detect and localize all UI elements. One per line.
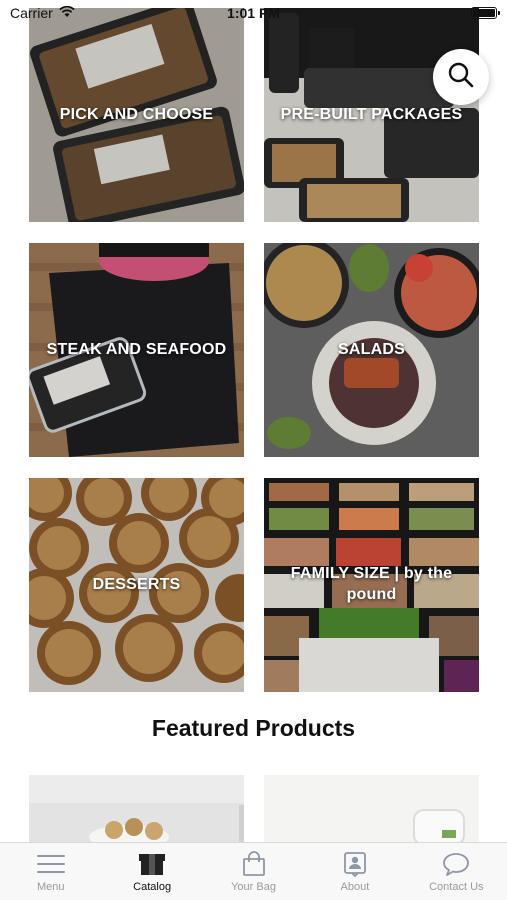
person-badge-icon bbox=[340, 851, 370, 877]
category-tile-salads[interactable]: SALADS bbox=[264, 243, 479, 457]
tab-your-bag[interactable]: Your Bag bbox=[203, 843, 304, 900]
category-tile-desserts[interactable]: DESSERTS bbox=[29, 478, 244, 692]
featured-products-heading: Featured Products bbox=[151, 715, 356, 741]
tab-label: Your Bag bbox=[231, 881, 276, 893]
category-label: STEAK AND SEAFOOD bbox=[46, 340, 227, 358]
product-photo bbox=[29, 775, 244, 845]
chat-bubble-icon bbox=[441, 851, 471, 877]
box-icon bbox=[137, 851, 167, 877]
tab-label: Contact Us bbox=[429, 881, 484, 893]
tab-catalog[interactable]: Catalog bbox=[101, 843, 202, 900]
category-label: SALADS bbox=[338, 340, 405, 358]
category-label: FAMILY SIZE | by the pound bbox=[290, 565, 453, 603]
category-label: PRE-BUILT PACKAGES bbox=[280, 105, 463, 123]
hamburger-menu-icon bbox=[36, 851, 66, 877]
tab-about[interactable]: About bbox=[304, 843, 405, 900]
battery-icon bbox=[471, 7, 500, 19]
shopping-bag-icon bbox=[239, 851, 269, 877]
category-tile-steak-and-seafood[interactable]: STEAK AND SEAFOOD bbox=[29, 243, 244, 457]
category-label: PICK AND CHOOSE bbox=[59, 105, 214, 123]
category-tile-pre-built-packages[interactable]: PRE-BUILT PACKAGES bbox=[264, 8, 479, 222]
category-label: DESSERTS bbox=[92, 575, 181, 593]
featured-product-card[interactable] bbox=[264, 775, 479, 845]
status-time: 1:01 PM bbox=[227, 5, 280, 21]
search-icon bbox=[446, 60, 476, 95]
tab-label: About bbox=[340, 881, 370, 893]
bottom-tab-bar: Menu Catalog Your Bag About Contact Us bbox=[0, 842, 507, 900]
featured-product-card[interactable] bbox=[29, 775, 244, 845]
status-bar: Carrier 1:01 PM bbox=[0, 0, 507, 26]
search-button[interactable] bbox=[433, 49, 489, 105]
tab-menu[interactable]: Menu bbox=[0, 843, 101, 900]
category-tile-pick-and-choose[interactable]: PICK AND CHOOSE bbox=[29, 8, 244, 222]
category-tile-family-size[interactable]: FAMILY SIZE | by the pound bbox=[264, 478, 479, 692]
tab-contact-us[interactable]: Contact Us bbox=[406, 843, 507, 900]
tab-label: Menu bbox=[36, 881, 65, 893]
product-photo bbox=[264, 775, 479, 845]
tab-label: Catalog bbox=[133, 881, 172, 893]
